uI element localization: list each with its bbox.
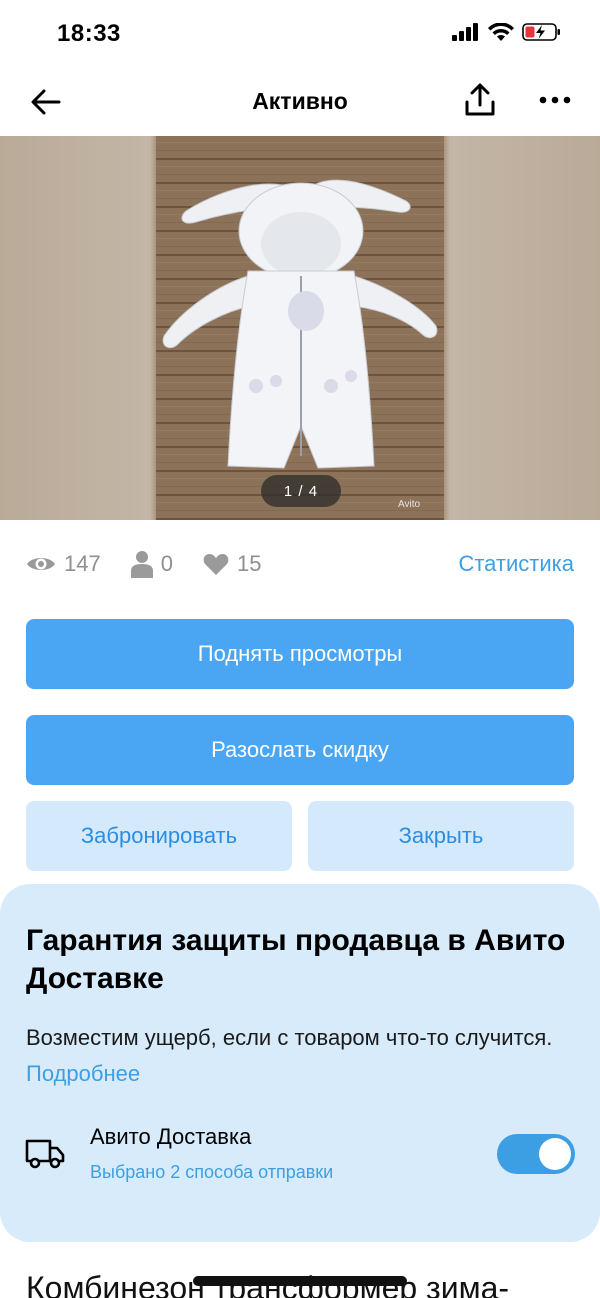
raise-views-button[interactable]: Поднять просмотры: [26, 619, 574, 689]
favorites-count: 15: [236, 551, 262, 576]
product-photo: [156, 136, 444, 520]
more-button[interactable]: [535, 80, 575, 120]
reserve-button[interactable]: Забронировать: [26, 801, 292, 871]
status-icons: [452, 22, 562, 42]
close-listing-button[interactable]: Закрыть: [308, 801, 574, 871]
delivery-methods-link[interactable]: Выбрано 2 способа отправки: [90, 1162, 333, 1183]
views-stat: 147: [26, 551, 101, 577]
photo-gallery[interactable]: 1 / 4 Avito: [0, 136, 600, 520]
share-button[interactable]: [460, 80, 500, 120]
contacts-stat: 0: [130, 550, 173, 578]
truck-icon: [25, 1139, 65, 1169]
heart-icon: [203, 554, 229, 575]
person-icon: [130, 551, 153, 578]
cellular-signal-icon: [452, 23, 478, 41]
page-title: Активно: [252, 88, 348, 114]
wifi-icon: [488, 23, 514, 41]
status-bar: 18:33: [0, 0, 600, 68]
contacts-count: 0: [160, 551, 173, 576]
more-dots-icon: [539, 96, 571, 104]
delivery-toggle[interactable]: [497, 1134, 575, 1174]
stats-row: 147 0 15 Статистика: [26, 548, 574, 580]
send-discount-button[interactable]: Разослать скидку: [26, 715, 574, 785]
status-time: 18:33: [57, 20, 121, 47]
views-count: 147: [64, 551, 101, 576]
seller-protection-card: Гарантия защиты продавца в Авито Доставк…: [0, 884, 600, 1242]
promo-text: Возместим ущерб, если с товаром что-то с…: [26, 1020, 574, 1092]
delivery-label: Авито Доставка: [90, 1124, 252, 1149]
photo-counter: 1 / 4: [261, 475, 341, 507]
eye-icon: [27, 558, 55, 570]
favorites-stat: 15: [203, 551, 261, 577]
statistics-link[interactable]: Статистика: [458, 551, 574, 577]
share-icon: [465, 83, 495, 116]
promo-title: Гарантия защиты продавца в Авито Доставк…: [26, 924, 566, 995]
more-info-link[interactable]: Подробнее: [26, 1061, 140, 1086]
promo-description: Возместим ущерб, если с товаром что-то с…: [26, 1025, 553, 1050]
toggle-knob: [539, 1138, 571, 1170]
battery-charging-icon: [522, 23, 560, 41]
nav-bar: Активно: [0, 68, 600, 136]
home-indicator[interactable]: [193, 1276, 407, 1286]
avito-watermark: Avito: [398, 499, 421, 510]
